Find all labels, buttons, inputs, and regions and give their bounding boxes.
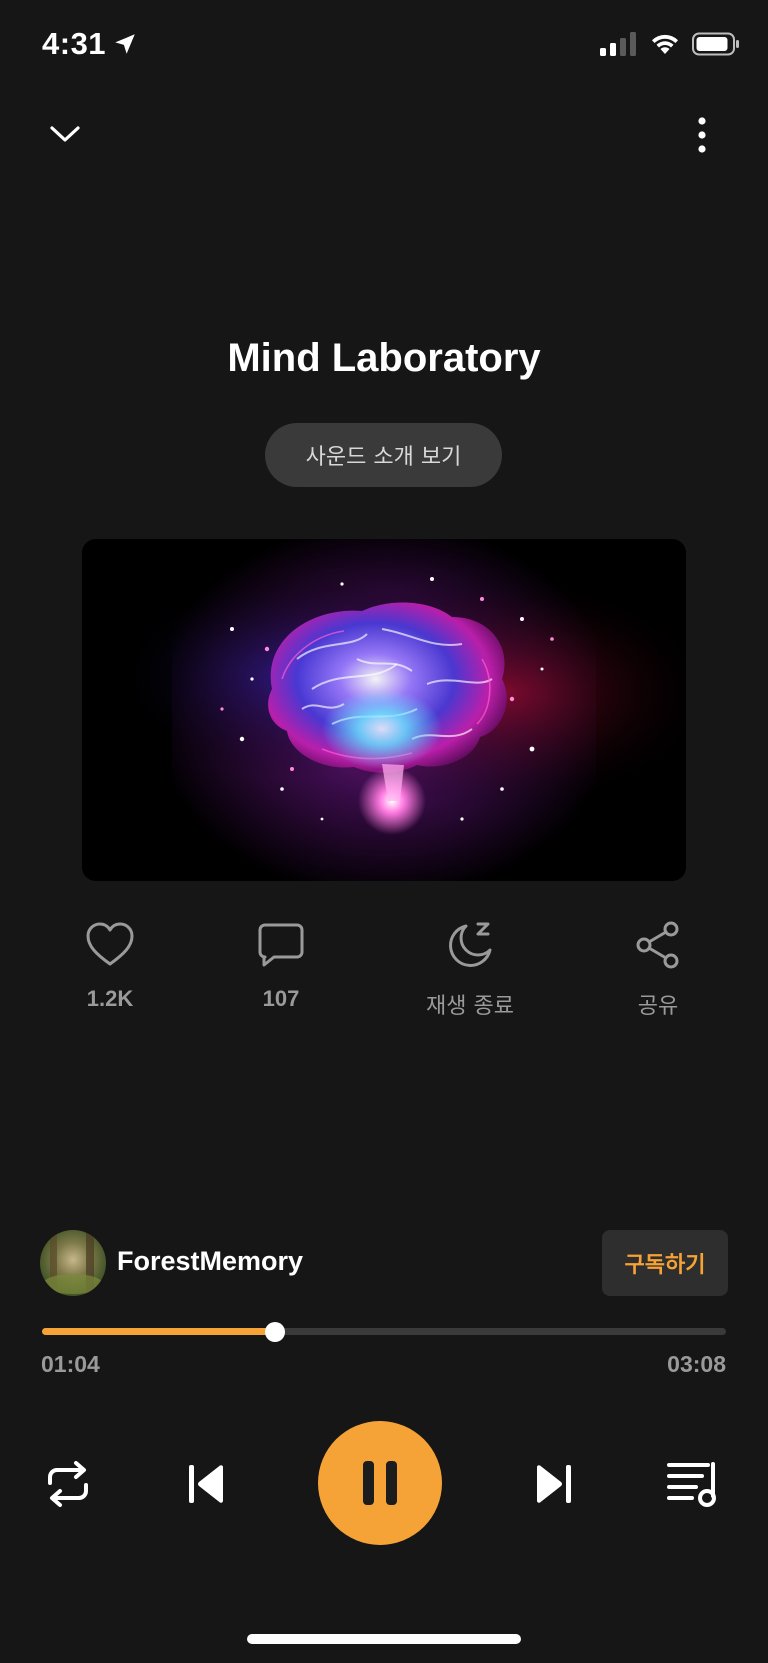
- status-bar-time: 4:31: [42, 26, 138, 62]
- sleep-timer-label: 재생 종료: [426, 994, 514, 1019]
- playlist-icon: [667, 1462, 716, 1507]
- channel-name[interactable]: ForestMemory: [117, 1246, 303, 1277]
- more-options-button[interactable]: [678, 111, 726, 159]
- forest-avatar-image: [43, 1230, 103, 1296]
- comment-action[interactable]: 107: [216, 920, 346, 1012]
- repeat-button[interactable]: [40, 1458, 96, 1510]
- more-vertical-icon: [698, 117, 706, 153]
- share-action[interactable]: 공유: [593, 920, 723, 1020]
- total-time: 03:08: [667, 1351, 726, 1377]
- share-label: 공유: [637, 994, 679, 1019]
- channel-avatar[interactable]: [40, 1230, 106, 1296]
- glowing-brain-image: [82, 539, 686, 881]
- cellular-signal-icon: [600, 32, 636, 56]
- playlist-button[interactable]: [664, 1458, 722, 1510]
- collapse-button[interactable]: [41, 110, 89, 158]
- home-indicator: [247, 1634, 521, 1644]
- track-title: Mind Laboratory: [227, 336, 541, 380]
- location-arrow-icon: [115, 34, 135, 54]
- status-bar-indicators: [600, 32, 740, 56]
- next-button[interactable]: [528, 1460, 578, 1508]
- skip-previous-icon: [189, 1465, 223, 1503]
- progress-bar[interactable]: [42, 1321, 726, 1342]
- current-time: 01:04: [41, 1351, 100, 1377]
- previous-button[interactable]: [182, 1460, 232, 1508]
- sound-intro-button[interactable]: 사운드 소개 보기: [265, 423, 502, 487]
- like-action[interactable]: 1.2K: [45, 920, 175, 1012]
- battery-icon: [692, 32, 739, 56]
- sleep-timer-action[interactable]: 재생 종료: [405, 920, 535, 1020]
- sleep-timer-icon: [449, 922, 492, 967]
- subscribe-button[interactable]: 구독하기: [602, 1230, 728, 1296]
- skip-next-icon: [537, 1465, 571, 1503]
- status-time-text: 4:31: [42, 26, 107, 61]
- share-icon: [636, 921, 679, 969]
- chevron-down-icon: [50, 126, 80, 142]
- wifi-icon: [652, 34, 678, 54]
- progress-knob[interactable]: [264, 1321, 285, 1342]
- heart-icon: [86, 922, 134, 966]
- pause-button[interactable]: [318, 1421, 442, 1545]
- progress-fill: [42, 1328, 275, 1335]
- repeat-icon: [48, 1461, 88, 1507]
- like-count: 1.2K: [86, 986, 134, 1011]
- pause-icon: [363, 1461, 397, 1505]
- track-artwork: [82, 539, 686, 881]
- comment-icon: [258, 923, 304, 967]
- comment-count: 107: [262, 986, 300, 1011]
